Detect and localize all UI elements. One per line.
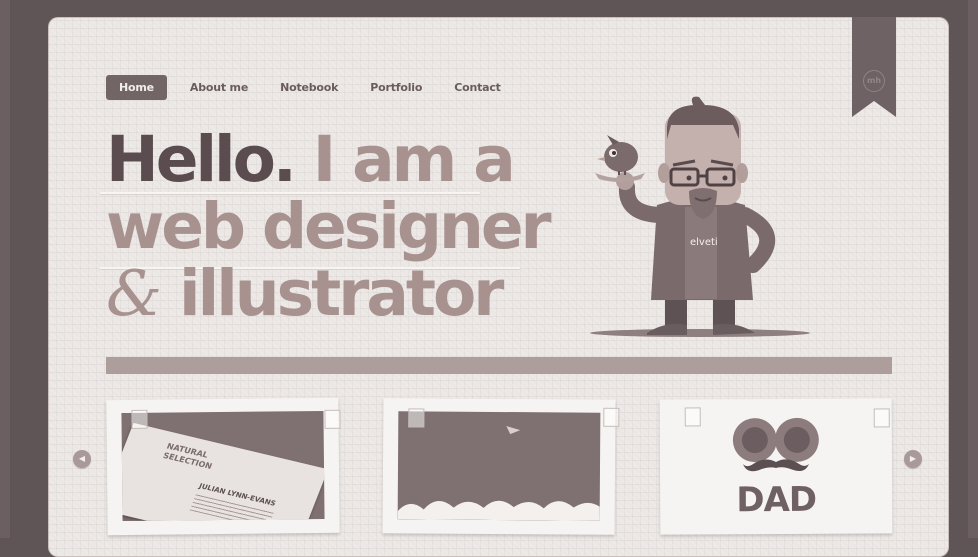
nav-about[interactable]: About me	[190, 75, 248, 100]
main-nav: Home About me Notebook Portfolio Contact	[106, 75, 533, 100]
left-edge	[0, 0, 10, 538]
chevron-right-icon: ▶	[910, 454, 916, 463]
nav-portfolio[interactable]: Portfolio	[370, 75, 422, 100]
card-corner-tr	[874, 408, 890, 427]
portfolio-card-2[interactable]	[383, 398, 616, 535]
portfolio-card-1[interactable]: NATURAL SELECTION JULIAN LYNN-EVANS	[106, 398, 339, 535]
hero-headline: Hello. I am a web designer & illustrator	[106, 126, 549, 327]
business-card: NATURAL SELECTION JULIAN LYNN-EVANS	[121, 423, 324, 521]
headline-line-1-rest: I am a	[294, 123, 513, 196]
card-corner-tl	[408, 408, 424, 427]
shirt-text: elveti	[690, 237, 718, 248]
right-edge	[968, 0, 978, 538]
business-card-photo: NATURAL SELECTION JULIAN LYNN-EVANS	[121, 411, 324, 521]
paper-plane-icon	[506, 426, 520, 434]
headline-line-3: & illustrator	[106, 260, 549, 327]
portfolio-card-3[interactable]: DAD	[660, 398, 893, 534]
nav-home[interactable]: Home	[106, 75, 167, 100]
carousel-prev-button[interactable]: ◀	[73, 450, 91, 468]
dad-text: DAD	[675, 479, 877, 520]
dad-illustration: DAD	[675, 411, 878, 520]
ampersand: &	[106, 257, 160, 330]
clouds-illustration	[398, 411, 601, 520]
card-corner-tl	[131, 410, 147, 429]
section-divider	[106, 357, 892, 374]
card-corner-tr	[603, 408, 619, 427]
headline-line-2: web designer	[106, 193, 549, 260]
chevron-left-icon: ◀	[79, 454, 85, 463]
sky-illustration	[398, 411, 601, 520]
greeting: Hello.	[106, 123, 294, 196]
logo-mark: mh	[863, 70, 885, 92]
card-corner-tl	[685, 407, 701, 426]
card-corner-tr	[324, 410, 340, 429]
headline-line-3-rest: illustrator	[160, 257, 501, 330]
nav-contact[interactable]: Contact	[454, 75, 501, 100]
carousel-next-button[interactable]: ▶	[904, 450, 922, 468]
nav-notebook[interactable]: Notebook	[280, 75, 338, 100]
headline-line-1: Hello. I am a	[106, 126, 549, 193]
illustrated-character: elveti	[585, 95, 815, 345]
